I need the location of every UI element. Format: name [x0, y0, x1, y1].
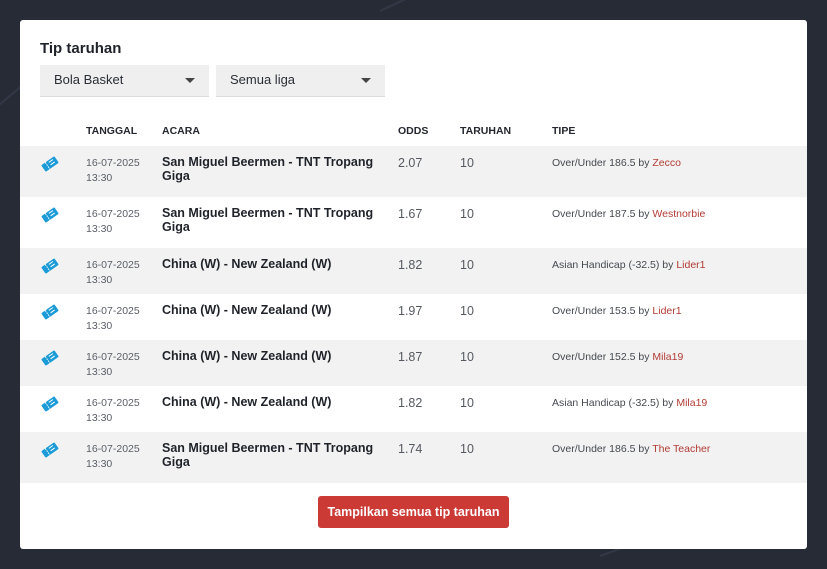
tip-event[interactable]: China (W) - New Zealand (W): [162, 395, 387, 409]
tip-date-time: 13:30: [86, 412, 113, 424]
tip-event[interactable]: San Miguel Beermen - TNT Tropang Giga: [162, 441, 387, 469]
tip-date: 16-07-2025 13:30: [86, 156, 140, 186]
tip-event[interactable]: China (W) - New Zealand (W): [162, 303, 387, 317]
tip-event[interactable]: San Miguel Beermen - TNT Tropang Giga: [162, 155, 387, 183]
tip-date: 16-07-2025 13:30: [86, 304, 140, 334]
tipster-link[interactable]: Mila19: [652, 351, 683, 363]
column-header-event: ACARA: [162, 125, 200, 137]
tip-stake: 10: [460, 350, 474, 364]
table-row[interactable]: 16-07-2025 13:30 San Miguel Beermen - TNT …: [20, 146, 807, 197]
tipster-link[interactable]: Zecco: [652, 157, 681, 169]
sport-select-value: Bola Basket: [54, 72, 124, 87]
tip-type-text: Over/Under 186.5 by: [552, 443, 653, 455]
tip-odds: 1.82: [398, 396, 423, 410]
tip-type: Over/Under 187.5 by Westnorbie: [552, 208, 705, 220]
league-select-value: Semua liga: [230, 72, 296, 87]
tip-stake: 10: [460, 156, 474, 170]
ticket-icon: [41, 396, 59, 412]
tip-date-day: 16-07-2025: [86, 305, 140, 317]
tip-event[interactable]: China (W) - New Zealand (W): [162, 257, 387, 271]
tip-date-day: 16-07-2025: [86, 259, 140, 271]
table-row[interactable]: 16-07-2025 13:30 San Miguel Beermen - TNT …: [20, 197, 807, 248]
tip-date-time: 13:30: [86, 320, 113, 332]
tip-type: Asian Handicap (-32.5) by Mila19: [552, 397, 707, 409]
page-background: { "panel": { "title": "Tip taruhan" }, "…: [0, 0, 827, 569]
tip-date: 16-07-2025 13:30: [86, 396, 140, 426]
tip-odds: 2.07: [398, 156, 423, 170]
chevron-down-icon: [185, 78, 195, 83]
tip-date-time: 13:30: [86, 274, 113, 286]
ticket-icon: [41, 156, 59, 172]
tip-odds: 1.87: [398, 350, 423, 364]
tip-date: 16-07-2025 13:30: [86, 350, 140, 380]
ticket-icon: [41, 442, 59, 458]
column-header-odds: ODDS: [398, 125, 429, 137]
background-decoration: [379, 0, 435, 12]
tip-date-time: 13:30: [86, 172, 113, 184]
tip-date-day: 16-07-2025: [86, 397, 140, 409]
ticket-icon: [41, 258, 59, 274]
tip-odds: 1.67: [398, 207, 423, 221]
tip-type-text: Asian Handicap (-32.5) by: [552, 259, 677, 271]
tip-date-day: 16-07-2025: [86, 157, 140, 169]
tip-type-text: Over/Under 152.5 by: [552, 351, 653, 363]
tip-date: 16-07-2025 13:30: [86, 258, 140, 288]
ticket-icon: [41, 350, 59, 366]
tip-date-time: 13:30: [86, 223, 113, 235]
tip-date-day: 16-07-2025: [86, 208, 140, 220]
sport-select[interactable]: Bola Basket: [40, 65, 209, 97]
tip-type: Asian Handicap (-32.5) by Lider1: [552, 259, 706, 271]
league-select[interactable]: Semua liga: [216, 65, 385, 97]
panel-title: Tip taruhan: [40, 40, 122, 57]
tip-date-day: 16-07-2025: [86, 351, 140, 363]
tip-stake: 10: [460, 442, 474, 456]
column-header-stake: TARUHAN: [460, 125, 512, 137]
tip-date-time: 13:30: [86, 366, 113, 378]
tip-type: Over/Under 152.5 by Mila19: [552, 351, 683, 363]
tipster-link[interactable]: The Teacher: [652, 443, 710, 455]
table-row[interactable]: 16-07-2025 13:30 China (W) - New Zealand (…: [20, 294, 807, 340]
tip-date: 16-07-2025 13:30: [86, 442, 140, 472]
tip-type-text: Asian Handicap (-32.5) by: [552, 397, 677, 409]
tip-odds: 1.82: [398, 258, 423, 272]
ticket-icon: [41, 304, 59, 320]
tip-type-text: Over/Under 187.5 by: [552, 208, 653, 220]
tip-stake: 10: [460, 207, 474, 221]
tipster-link[interactable]: Mila19: [676, 397, 707, 409]
tip-stake: 10: [460, 258, 474, 272]
tip-odds: 1.97: [398, 304, 423, 318]
tip-type-text: Over/Under 186.5 by: [552, 157, 653, 169]
table-row[interactable]: 16-07-2025 13:30 San Miguel Beermen - TNT …: [20, 432, 807, 483]
show-all-tips-button[interactable]: Tampilkan semua tip taruhan: [318, 496, 509, 528]
tip-event[interactable]: San Miguel Beermen - TNT Tropang Giga: [162, 206, 387, 234]
tip-type: Over/Under 153.5 by Lider1: [552, 305, 682, 317]
column-header-date: TANGGAL: [86, 125, 138, 137]
column-header-type: TIPE: [552, 125, 576, 137]
table-row[interactable]: 16-07-2025 13:30 China (W) - New Zealand (…: [20, 386, 807, 432]
tip-type: Over/Under 186.5 by Zecco: [552, 157, 681, 169]
table-row[interactable]: 16-07-2025 13:30 China (W) - New Zealand (…: [20, 340, 807, 386]
tips-panel: Tip taruhan Bola Basket Semua liga TANGG…: [20, 20, 807, 549]
tip-odds: 1.74: [398, 442, 423, 456]
table-row[interactable]: 16-07-2025 13:30 China (W) - New Zealand (…: [20, 248, 807, 294]
tip-stake: 10: [460, 396, 474, 410]
chevron-down-icon: [361, 78, 371, 83]
tipster-link[interactable]: Lider1: [652, 305, 681, 317]
tipster-link[interactable]: Lider1: [676, 259, 705, 271]
tip-stake: 10: [460, 304, 474, 318]
tip-date-day: 16-07-2025: [86, 443, 140, 455]
tip-type-text: Over/Under 153.5 by: [552, 305, 653, 317]
tip-type: Over/Under 186.5 by The Teacher: [552, 443, 710, 455]
tip-date: 16-07-2025 13:30: [86, 207, 140, 237]
tip-event[interactable]: China (W) - New Zealand (W): [162, 349, 387, 363]
tipster-link[interactable]: Westnorbie: [652, 208, 705, 220]
tip-date-time: 13:30: [86, 458, 113, 470]
ticket-icon: [41, 207, 59, 223]
